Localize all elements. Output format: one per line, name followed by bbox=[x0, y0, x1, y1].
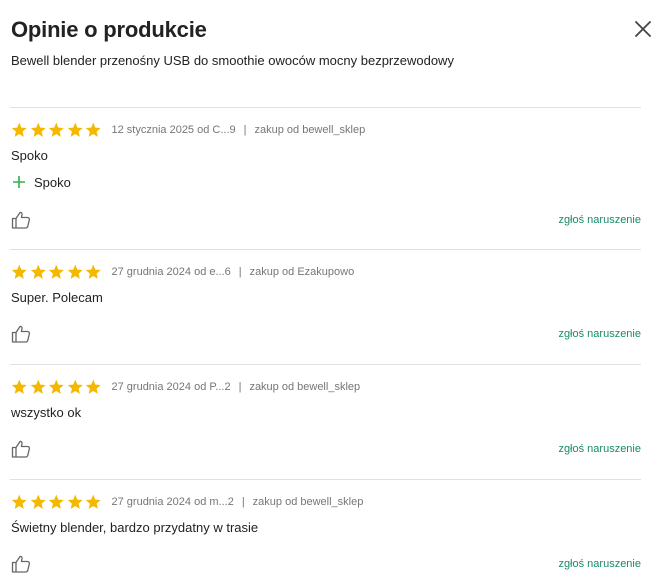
meta-separator: | bbox=[238, 266, 242, 278]
review-text: Spoko bbox=[11, 148, 48, 163]
review-seller: zakup od bewell_sklep bbox=[254, 124, 366, 136]
review-date-author: 27 grudnia 2024 od e...6 bbox=[111, 266, 231, 278]
star-icon bbox=[48, 494, 64, 509]
thumbs-up-icon[interactable] bbox=[10, 324, 32, 344]
thumbs-up-icon[interactable] bbox=[10, 439, 32, 459]
star-icon bbox=[85, 379, 101, 394]
star-icon bbox=[48, 379, 64, 394]
review-item: 27 grudnia 2024 od m...2 | zakup od bewe… bbox=[10, 479, 641, 579]
report-abuse-link[interactable]: zgłoś naruszenie bbox=[558, 328, 641, 340]
review-pros-text: Spoko bbox=[34, 174, 71, 190]
star-icon bbox=[30, 379, 46, 394]
star-rating bbox=[11, 122, 102, 138]
star-icon bbox=[85, 264, 101, 279]
review-date-author: 12 stycznia 2025 od C...9 bbox=[111, 124, 236, 136]
thumbs-up-icon[interactable] bbox=[10, 210, 32, 230]
star-icon bbox=[30, 122, 46, 137]
star-icon bbox=[11, 494, 27, 509]
dialog-header: Opinie o produkcie Bewell blender przeno… bbox=[11, 16, 663, 68]
star-icon bbox=[85, 494, 101, 509]
meta-separator: | bbox=[243, 124, 247, 136]
star-icon bbox=[48, 264, 64, 279]
star-icon bbox=[48, 122, 64, 137]
thumbs-up-icon[interactable] bbox=[10, 554, 32, 574]
review-item: 12 stycznia 2025 od C...9 | zakup od bew… bbox=[10, 107, 641, 249]
review-item: 27 grudnia 2024 od e...6 | zakup od Ezak… bbox=[10, 249, 641, 364]
review-date-author: 27 grudnia 2024 od m...2 bbox=[111, 496, 234, 508]
review-seller: zakup od bewell_sklep bbox=[252, 496, 364, 508]
star-rating bbox=[11, 494, 102, 510]
report-abuse-link[interactable]: zgłoś naruszenie bbox=[558, 214, 641, 226]
review-pros: Spoko bbox=[11, 174, 71, 190]
review-meta: 27 grudnia 2024 od m...2 | zakup od bewe… bbox=[11, 493, 363, 511]
star-rating bbox=[11, 264, 102, 280]
product-name: Bewell blender przenośny USB do smoothie… bbox=[11, 53, 454, 68]
review-seller: zakup od Ezakupowo bbox=[249, 266, 355, 278]
star-icon bbox=[67, 122, 83, 137]
star-icon bbox=[11, 264, 27, 279]
review-date-author: 27 grudnia 2024 od P...2 bbox=[111, 381, 231, 393]
star-icon bbox=[67, 379, 83, 394]
star-icon bbox=[67, 264, 83, 279]
review-meta: 27 grudnia 2024 od e...6 | zakup od Ezak… bbox=[11, 263, 354, 281]
review-text: Świetny blender, bardzo przydatny w tras… bbox=[11, 520, 259, 535]
star-icon bbox=[67, 494, 83, 509]
star-icon bbox=[85, 122, 101, 137]
review-meta: 12 stycznia 2025 od C...9 | zakup od bew… bbox=[11, 121, 365, 139]
review-seller: zakup od bewell_sklep bbox=[249, 381, 361, 393]
dialog-title: Opinie o produkcie bbox=[11, 17, 207, 42]
close-icon[interactable] bbox=[634, 20, 652, 38]
plus-icon bbox=[13, 176, 25, 188]
star-icon bbox=[30, 494, 46, 509]
reviews-list: 12 stycznia 2025 od C...9 | zakup od bew… bbox=[10, 107, 641, 579]
star-rating bbox=[11, 379, 102, 395]
review-item: 27 grudnia 2024 od P...2 | zakup od bewe… bbox=[10, 364, 641, 479]
meta-separator: | bbox=[241, 496, 245, 508]
report-abuse-link[interactable]: zgłoś naruszenie bbox=[558, 558, 641, 570]
star-icon bbox=[11, 122, 27, 137]
review-meta: 27 grudnia 2024 od P...2 | zakup od bewe… bbox=[11, 378, 360, 396]
report-abuse-link[interactable]: zgłoś naruszenie bbox=[558, 443, 641, 455]
star-icon bbox=[11, 379, 27, 394]
review-text: Super. Polecam bbox=[11, 290, 103, 305]
meta-separator: | bbox=[238, 381, 242, 393]
review-text: wszystko ok bbox=[11, 405, 82, 420]
star-icon bbox=[30, 264, 46, 279]
